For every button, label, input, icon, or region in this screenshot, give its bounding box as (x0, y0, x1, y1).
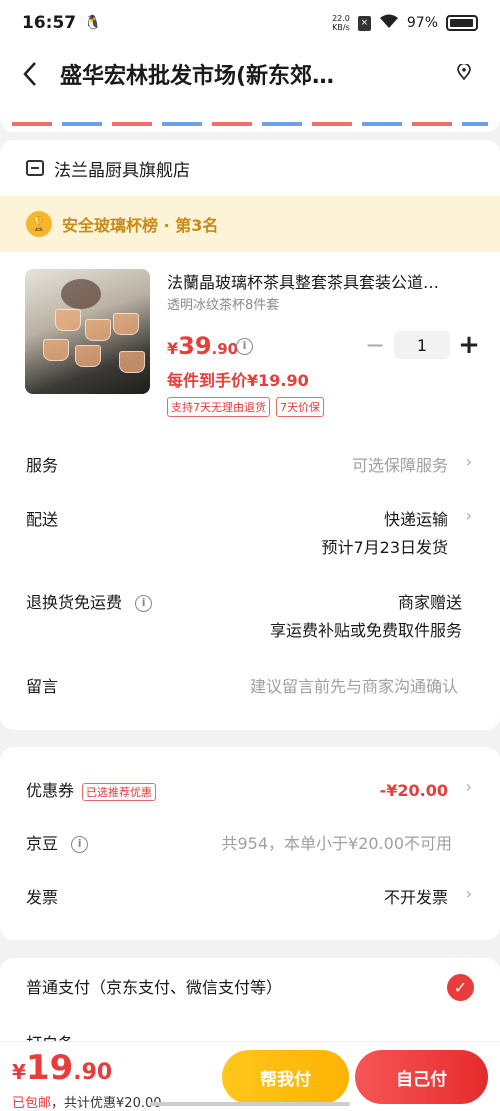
jd-value: 共954，本单小于¥20.00不可用 (221, 834, 452, 853)
return-value-text: 商家赠送 (397, 593, 462, 612)
status-time: 16:57 (22, 13, 77, 33)
address-ribbon (12, 122, 488, 126)
discount-card: 优惠券 已选推荐优惠 -¥20.00 › 京豆 i 共954，本单小于¥20.00… (0, 747, 500, 940)
status-bar: 16:57 🐧 22.0 KB/s × 97% (0, 0, 500, 46)
price-decimal: .90 (211, 340, 239, 358)
product-title[interactable]: 法蘭晶玻璃杯茶具整套茶具套装公道… (167, 269, 477, 293)
help-pay-button[interactable]: 帮我付 (222, 1050, 349, 1104)
invoice-value: 不开发票 (383, 888, 448, 907)
return-label: 退换货免运费 i (26, 589, 153, 613)
submit-order-button[interactable]: 自己付 (355, 1050, 488, 1104)
total-currency: ¥ (12, 1060, 26, 1084)
price-info-icon[interactable]: i (236, 338, 253, 355)
store-header[interactable]: 法兰晶厨具旗舰店 (0, 140, 500, 196)
coupon-label-text: 优惠券 (26, 781, 75, 800)
tag-return: 支持7天无理由退货 (167, 397, 270, 417)
quantity-stepper: − 1 + (360, 330, 484, 360)
status-right: 22.0 KB/s × 97% (332, 13, 478, 33)
return-value: 商家赠送 享运费补贴或免费取件服务 (270, 589, 462, 645)
normal-pay-label: 普通支付（京东支付、微信支付等） (26, 978, 283, 997)
shipping-free: 已包邮 (12, 1096, 52, 1111)
battery-icon (446, 15, 478, 31)
jd-label: 京豆 i (26, 830, 89, 854)
jd-bean-row[interactable]: 京豆 i 共954，本单小于¥20.00不可用 (0, 830, 500, 860)
tag-price-protect: 7天价保 (276, 397, 324, 417)
coupon-label: 优惠券 已选推荐优惠 (26, 777, 157, 801)
note-label: 留言 (26, 677, 59, 696)
nfc-icon: × (357, 15, 371, 31)
checkout-bar: ¥19.90 已包邮，共计优惠¥20.00 帮我付 自己付 (0, 1041, 500, 1111)
normal-pay-row[interactable]: 普通支付（京东支付、微信支付等） (0, 974, 500, 1004)
address-card-edge[interactable] (0, 102, 500, 132)
checkmark-icon[interactable]: ✓ (447, 974, 474, 1001)
total-integer: 19 (25, 1048, 74, 1088)
note-row[interactable]: 留言 建议留言前先与商家沟通确认 (0, 673, 500, 703)
chevron-right-icon: › (465, 452, 472, 471)
wifi-icon (379, 13, 399, 33)
service-label: 服务 (26, 456, 59, 475)
delivery-method: 快递运输 (383, 510, 448, 529)
header: 盛华宏林批发市场(新东郊… (0, 46, 500, 102)
rank-banner[interactable]: 🏆 安全玻璃杯榜 · 第3名 (0, 196, 500, 252)
discount-text: ，共计优惠 (51, 1096, 117, 1111)
jd-info-icon[interactable]: i (71, 836, 89, 853)
jd-label-text: 京豆 (26, 834, 59, 853)
invoice-row[interactable]: 发票 不开发票 › (0, 884, 500, 914)
return-row[interactable]: 退换货免运费 i 商家赠送 享运费补贴或免费取件服务 (0, 589, 500, 649)
decrease-button[interactable]: − (360, 331, 390, 359)
return-label-text: 退换货免运费 (26, 593, 123, 612)
store-name: 法兰晶厨具旗舰店 (54, 160, 190, 181)
netspeed-value: 22.0 (332, 14, 350, 23)
price-currency: ¥ (167, 339, 179, 358)
return-info-icon[interactable]: i (135, 595, 153, 612)
delivery-date: 预计7月23日发货 (321, 538, 448, 557)
back-arrow-icon[interactable] (0, 46, 60, 102)
netspeed-unit: KB/s (332, 23, 350, 32)
delivery-label: 配送 (26, 510, 59, 529)
recommend-tag: 已选推荐优惠 (82, 782, 157, 801)
coupon-value: -¥20.00 (379, 781, 448, 800)
location-icon[interactable] (428, 62, 500, 84)
trophy-icon: 🏆 (26, 211, 52, 237)
delivery-row[interactable]: 配送 快递运输 预计7月23日发货 › (0, 506, 500, 566)
shipping-note: 已包邮，共计优惠¥20.00 (12, 1092, 162, 1111)
note-input[interactable]: 建议留言前先与商家沟通确认 (250, 673, 458, 701)
page-title: 盛华宏林批发市场(新东郊… (60, 64, 335, 89)
chevron-right-icon: › (465, 777, 472, 796)
invoice-label: 发票 (26, 888, 59, 907)
coupon-row[interactable]: 优惠券 已选推荐优惠 -¥20.00 › (0, 777, 500, 807)
service-row[interactable]: 服务 可选保障服务 › (0, 452, 500, 482)
battery-percent: 97% (406, 15, 438, 31)
total-price: ¥19.90 (12, 1048, 112, 1088)
return-sub-text: 享运费补贴或免费取件服务 (269, 621, 462, 640)
unit-price: 每件到手价¥19.90 (167, 371, 309, 390)
delivery-value: 快递运输 预计7月23日发货 (321, 506, 448, 562)
increase-button[interactable]: + (454, 330, 484, 360)
chevron-right-icon: › (465, 884, 472, 903)
notification-icon: 🐧 (84, 15, 102, 31)
quantity-input[interactable]: 1 (394, 331, 450, 359)
product-image[interactable] (25, 269, 150, 394)
product-tags: 支持7天无理由退货 7天价保 (167, 397, 324, 417)
netspeed: 22.0 KB/s (332, 14, 350, 32)
service-value: 可选保障服务 (351, 456, 448, 475)
product-item: 法蘭晶玻璃杯茶具整套茶具套装公道… 透明冰纹茶杯8件套 ¥39.90 i − 1… (0, 252, 500, 422)
product-variant[interactable]: 透明冰纹茶杯8件套 (167, 294, 279, 313)
home-indicator[interactable] (150, 1102, 350, 1106)
store-card: 法兰晶厨具旗舰店 🏆 安全玻璃杯榜 · 第3名 法蘭晶玻璃杯茶具整套茶具套装公道… (0, 140, 500, 730)
chevron-right-icon: › (465, 506, 472, 525)
rank-text: 安全玻璃杯榜 · 第3名 (62, 216, 219, 235)
price-integer: 39 (178, 332, 212, 360)
total-decimal: .90 (73, 1060, 113, 1085)
store-icon (26, 160, 44, 176)
product-price: ¥39.90 (167, 332, 238, 360)
